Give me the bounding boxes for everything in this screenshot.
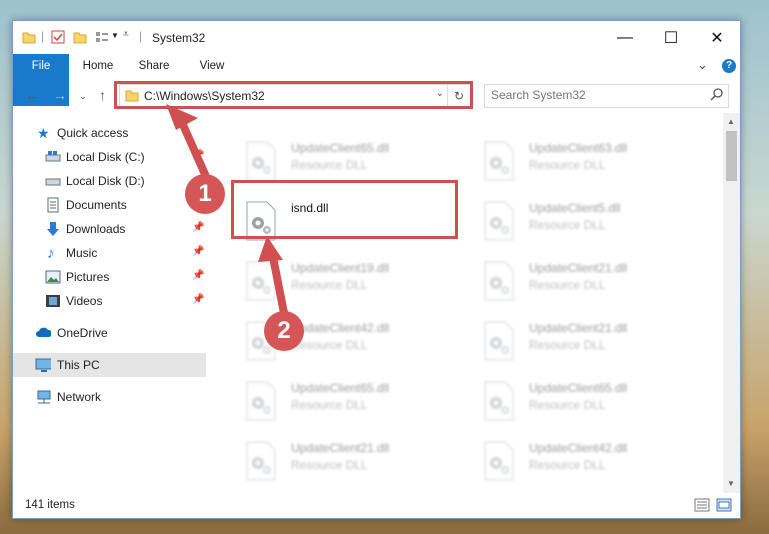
arrow-1-head <box>166 104 198 130</box>
arrow-2-head <box>258 236 283 262</box>
step-badge-2: 2 <box>264 311 304 351</box>
arrow-2 <box>268 248 289 322</box>
step-badge-1: 1 <box>185 174 225 214</box>
annotation-arrows <box>166 104 289 322</box>
